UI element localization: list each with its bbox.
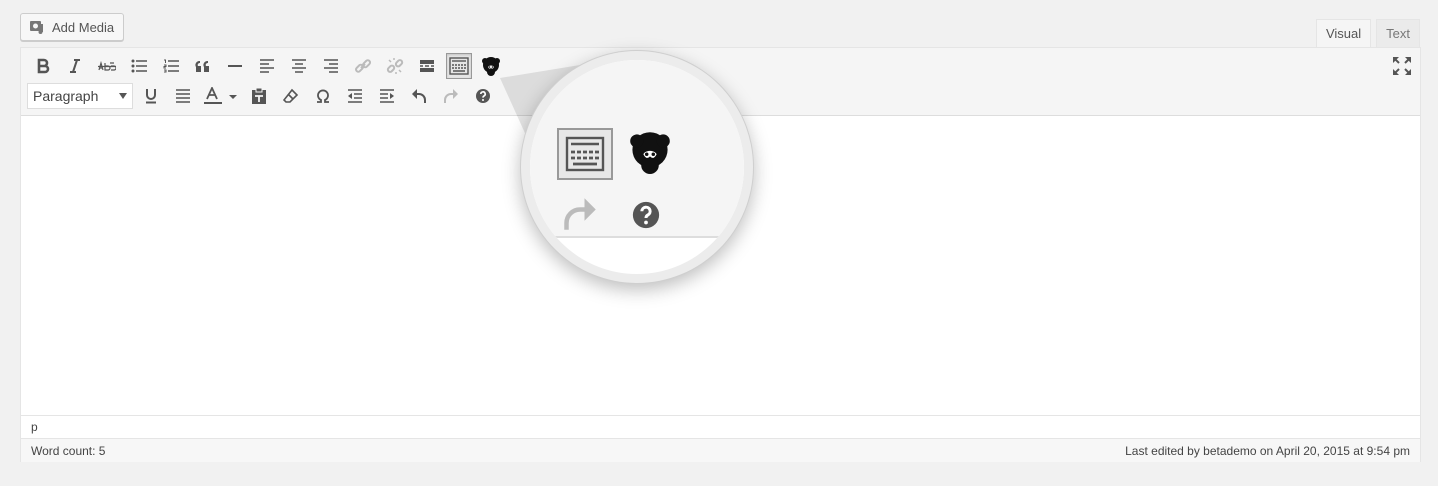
- help-icon: [476, 89, 490, 103]
- blockquote-button[interactable]: [187, 53, 219, 79]
- toolbar-row-1: [27, 53, 507, 79]
- unlink-icon: [386, 58, 404, 74]
- magnified-keyboard-icon: [557, 128, 613, 180]
- toolbar-toggle-button[interactable]: [446, 53, 472, 79]
- keyboard-icon: [449, 57, 469, 75]
- quote-icon: [195, 60, 209, 72]
- chevron-down-icon: [119, 93, 127, 99]
- redo-icon: [444, 89, 458, 103]
- keyboard-shortcuts-button[interactable]: [467, 83, 499, 109]
- omega-icon: [317, 89, 329, 103]
- justify-icon: [176, 89, 190, 103]
- media-icon: [29, 19, 47, 35]
- align-center-icon: [292, 59, 306, 73]
- insert-link-button[interactable]: [347, 53, 379, 79]
- read-more-button[interactable]: [411, 53, 443, 79]
- bulleted-list-icon: [131, 59, 147, 73]
- magnified-help-icon: [631, 200, 661, 235]
- undo-icon: [412, 89, 426, 103]
- italic-button[interactable]: [59, 53, 91, 79]
- editor-tabs: Visual Text: [1315, 19, 1420, 49]
- text-color-button[interactable]: [199, 83, 243, 109]
- format-select[interactable]: Paragraph: [27, 83, 133, 109]
- fullscreen-icon: [1393, 57, 1411, 75]
- editor-status-bar: Word count: 5 Last edited by betademo on…: [21, 438, 1420, 462]
- special-character-button[interactable]: [307, 83, 339, 109]
- fullscreen-button[interactable]: [1392, 56, 1412, 76]
- numbered-list-button[interactable]: [155, 53, 187, 79]
- paste-as-text-button[interactable]: [243, 83, 275, 109]
- decrease-indent-button[interactable]: [339, 83, 371, 109]
- toolbar-row-2: Paragraph: [27, 83, 499, 109]
- numbered-list-icon: [163, 59, 179, 73]
- magnifier-callout: [530, 60, 744, 274]
- ape-icon: [482, 57, 500, 76]
- tab-text[interactable]: Text: [1376, 19, 1420, 48]
- redo-button[interactable]: [435, 83, 467, 109]
- text-color-icon: [204, 87, 237, 104]
- last-edited: Last edited by betademo on April 20, 201…: [1125, 443, 1410, 458]
- strikethrough-button[interactable]: [91, 53, 123, 79]
- read-more-icon: [420, 60, 434, 72]
- magnified-ape-icon: [628, 130, 672, 179]
- add-media-label: Add Media: [52, 19, 115, 35]
- ape-plugin-button[interactable]: [475, 53, 507, 79]
- align-right-icon: [324, 59, 338, 73]
- add-media-button[interactable]: Add Media: [20, 13, 124, 41]
- link-icon: [355, 59, 372, 73]
- format-select-value: Paragraph: [33, 88, 99, 104]
- align-left-button[interactable]: [251, 53, 283, 79]
- align-right-button[interactable]: [315, 53, 347, 79]
- align-center-button[interactable]: [283, 53, 315, 79]
- clear-formatting-button[interactable]: [275, 83, 307, 109]
- magnified-redo-icon: [562, 196, 598, 237]
- paste-text-icon: [252, 87, 266, 104]
- element-path[interactable]: p: [21, 415, 1420, 437]
- underline-icon: [146, 89, 156, 104]
- horizontal-line-button[interactable]: [219, 53, 251, 79]
- word-count: Word count: 5: [31, 443, 106, 458]
- outdent-icon: [348, 89, 362, 103]
- underline-button[interactable]: [135, 83, 167, 109]
- undo-button[interactable]: [403, 83, 435, 109]
- bold-icon: [37, 58, 50, 74]
- horizontal-line-icon: [228, 65, 242, 67]
- remove-link-button[interactable]: [379, 53, 411, 79]
- bold-button[interactable]: [27, 53, 59, 79]
- strikethrough-icon: [98, 60, 116, 71]
- indent-icon: [380, 89, 394, 103]
- italic-icon: [70, 59, 80, 73]
- increase-indent-button[interactable]: [371, 83, 403, 109]
- eraser-icon: [283, 88, 299, 103]
- justify-button[interactable]: [167, 83, 199, 109]
- tab-visual[interactable]: Visual: [1315, 19, 1372, 49]
- align-left-icon: [260, 59, 274, 73]
- bulleted-list-button[interactable]: [123, 53, 155, 79]
